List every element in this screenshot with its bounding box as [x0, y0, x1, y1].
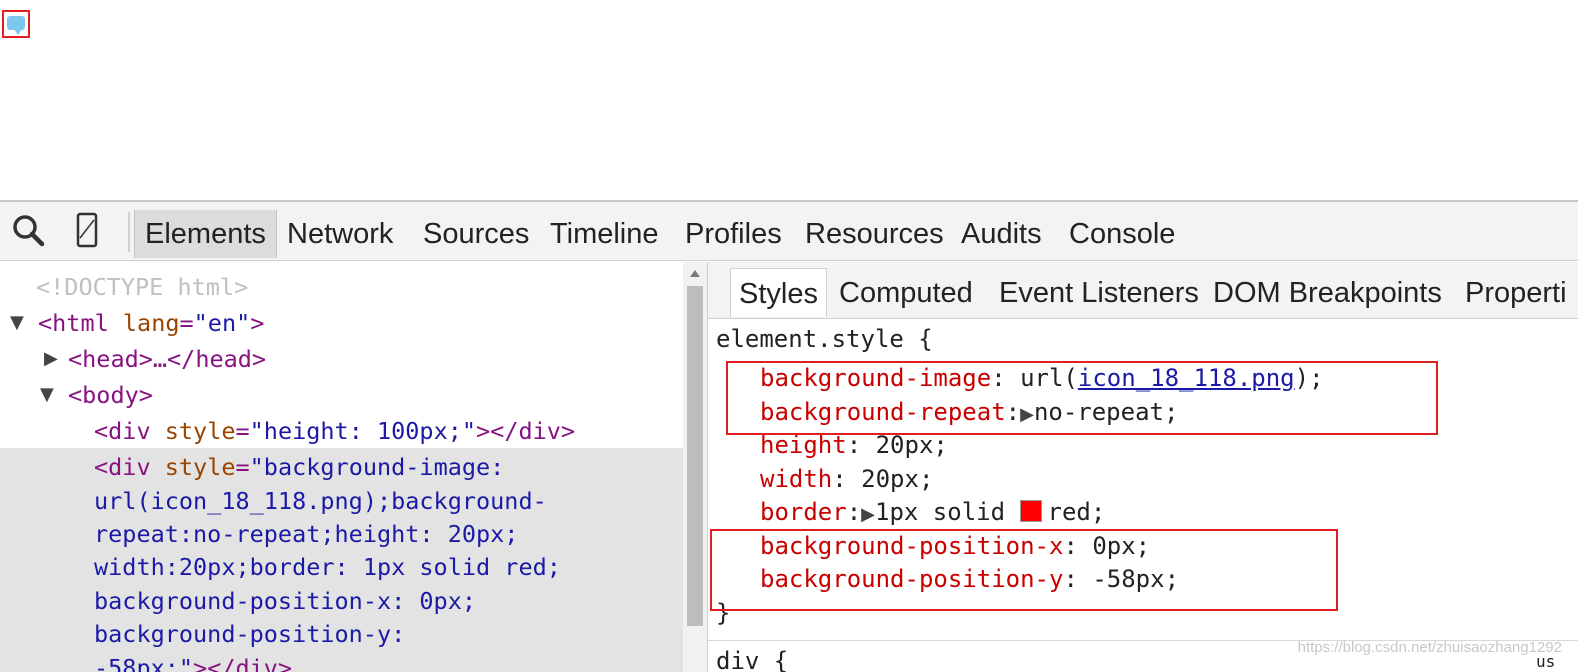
style-declaration-border[interactable]: border:▶1px solid red;	[760, 496, 1105, 532]
styles-sidebar: Styles Computed Event Listeners DOM Brea…	[708, 262, 1578, 672]
dom-tree-scrollbar[interactable]	[683, 262, 708, 672]
search-icon[interactable]	[8, 212, 48, 250]
chat-bubble-icon	[7, 16, 25, 30]
tab-elements[interactable]: Elements	[134, 210, 277, 258]
expand-triangle-icon[interactable]: ▶	[44, 342, 58, 376]
tab-computed[interactable]: Computed	[831, 268, 981, 316]
collapse-triangle-icon[interactable]: ▼	[10, 306, 24, 340]
rendered-page	[0, 0, 1578, 200]
tab-properties[interactable]: Properti	[1457, 268, 1575, 316]
scroll-up-arrow-icon[interactable]	[690, 270, 700, 277]
head-node[interactable]: <head>…</head>	[68, 342, 266, 376]
annotation-box-background	[726, 361, 1438, 435]
annotation-box-position	[710, 529, 1338, 611]
sprite-icon-preview	[2, 10, 30, 38]
tab-resources[interactable]: Resources	[795, 210, 954, 258]
element-style-rule: element.style { background-image: url(ic…	[708, 319, 1578, 672]
dom-tree-panel[interactable]: <!DOCTYPE html> ▼ <html lang="en"> ▶ <he…	[0, 262, 683, 672]
style-declaration-width[interactable]: width: 20px;	[760, 463, 933, 497]
rule-selector[interactable]: div {	[716, 645, 788, 672]
body-node[interactable]: <body>	[68, 378, 153, 412]
tab-styles[interactable]: Styles	[730, 268, 827, 317]
doctype-node[interactable]: <!DOCTYPE html>	[36, 270, 248, 304]
div-node-selected-line: width:20px;border: 1px solid red;	[94, 553, 561, 581]
devtools-toolbar: Elements Network Sources Timeline Profil…	[0, 202, 1578, 261]
tab-audits[interactable]: Audits	[951, 210, 1052, 258]
div-node-selected-line: -58px;"></div>	[94, 654, 293, 672]
watermark: https://blog.csdn.net/zhuisaozhang1292	[1297, 639, 1562, 656]
collapse-triangle-icon[interactable]: ▼	[40, 378, 54, 412]
tab-sources[interactable]: Sources	[413, 210, 539, 258]
html-node[interactable]: <html lang="en">	[38, 306, 264, 340]
tab-dom-breakpoints[interactable]: DOM Breakpoints	[1205, 268, 1450, 316]
scrollbar-thumb[interactable]	[687, 286, 703, 626]
div-node-selected-line: background-position-x: 0px;	[94, 587, 477, 615]
div-node-selected[interactable]: <div style="background-image:	[94, 450, 504, 484]
tab-profiles[interactable]: Profiles	[675, 210, 792, 258]
color-swatch[interactable]	[1019, 500, 1042, 522]
devtools-panel: Elements Network Sources Timeline Profil…	[0, 200, 1578, 672]
device-mode-icon[interactable]	[68, 212, 108, 250]
div-node-selected-line: background-position-y:	[94, 620, 406, 648]
styles-sidebar-tabs: Styles Computed Event Listeners DOM Brea…	[708, 262, 1578, 319]
tab-timeline[interactable]: Timeline	[540, 210, 669, 258]
tab-event-listeners[interactable]: Event Listeners	[991, 268, 1207, 316]
div-node-selected-line: url(icon_18_118.png);background-	[94, 487, 547, 515]
tab-network[interactable]: Network	[277, 210, 403, 258]
expand-triangle-icon[interactable]: ▶	[861, 504, 875, 525]
rule-selector[interactable]: element.style {	[716, 323, 933, 357]
tab-console[interactable]: Console	[1059, 210, 1185, 258]
div-node-spacer[interactable]: <div style="height: 100px;"></div>	[94, 414, 575, 448]
div-node-selected-line: repeat:no-repeat;height: 20px;	[94, 520, 519, 548]
